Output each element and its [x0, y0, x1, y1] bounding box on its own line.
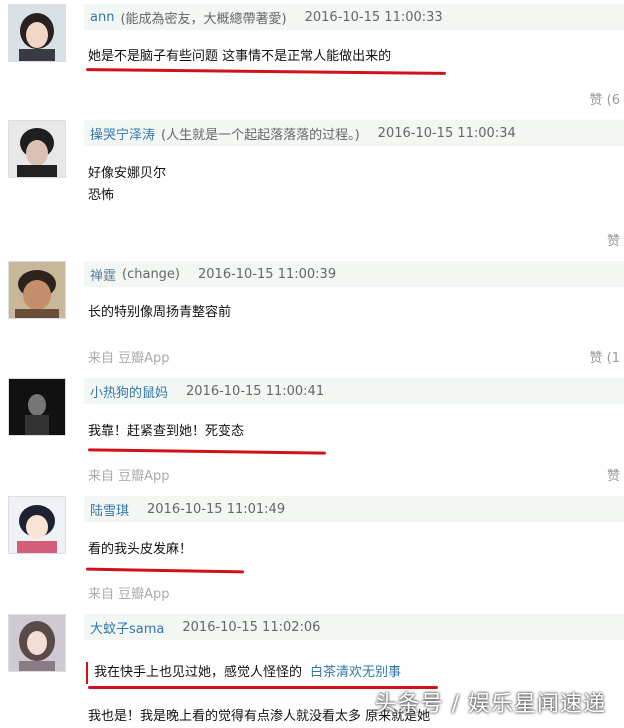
- author-signature: (能成為密友，大概總帶著愛): [120, 11, 287, 27]
- avatar[interactable]: [8, 378, 66, 436]
- comment-text: 好像安娜贝尔 恐怖: [88, 163, 166, 207]
- red-underline: [85, 567, 245, 574]
- quoted-reply: [86, 662, 88, 684]
- comment-time: 2016-10-15 11:01:49: [147, 501, 286, 517]
- quoted-reply-text: 我在快手上也见过她，感觉人怪怪的 白茶清欢无别事: [94, 662, 401, 684]
- watermark: 头条号 / 娱乐星闻速递: [374, 692, 606, 717]
- red-underline: [85, 68, 447, 75]
- avatar[interactable]: [8, 614, 66, 672]
- comment-line: 好像安娜贝尔: [88, 166, 167, 181]
- author-link[interactable]: 禅霆: [90, 265, 116, 284]
- quote-author-link[interactable]: 白茶清欢无别事: [310, 665, 401, 680]
- comment-time: 2016-10-15 11:02:06: [182, 619, 321, 635]
- like-button[interactable]: 赞 (1: [590, 347, 620, 366]
- author-link[interactable]: 大蚊子sama: [90, 618, 164, 637]
- like-button[interactable]: 赞: [607, 465, 620, 484]
- comment-line: 看的我头皮发麻！: [88, 542, 193, 557]
- like-button[interactable]: 赞: [607, 230, 620, 249]
- comment-line: 恐怖: [88, 188, 115, 203]
- avatar[interactable]: [8, 4, 66, 62]
- comment-source: 来自 豆瓣App: [88, 587, 170, 602]
- quote-text: 我在快手上也见过她，感觉人怪怪的: [94, 665, 303, 680]
- author-signature: (人生就是一个起起落落落的过程。): [161, 127, 360, 143]
- comment-time: 2016-10-15 11:00:41: [186, 383, 325, 399]
- comment-header: 小热狗的鼠妈 2016-10-15 11:00:41: [84, 378, 624, 404]
- avatar[interactable]: [8, 261, 66, 319]
- comment-time: 2016-10-15 11:00:39: [198, 266, 337, 282]
- author-link[interactable]: 陆雪琪: [90, 500, 129, 519]
- author-link[interactable]: 小热狗的鼠妈: [90, 382, 168, 401]
- red-underline: [87, 448, 327, 455]
- comment-text: 长的特别像周扬青整容前: [88, 302, 231, 324]
- comment-line: 我靠！赶紧查到她！死变态: [88, 424, 245, 439]
- author-link[interactable]: ann: [90, 10, 114, 25]
- comment-source: 来自 豆瓣App: [88, 351, 170, 366]
- comment-source: 来自 豆瓣App: [88, 469, 170, 484]
- comment-header: ann (能成為密友，大概總帶著愛) 2016-10-15 11:00:33: [84, 4, 624, 30]
- like-button[interactable]: 赞 (6: [590, 89, 620, 108]
- comment-header: 大蚊子sama 2016-10-15 11:02:06: [84, 614, 624, 640]
- comment-time: 2016-10-15 11:00:33: [304, 9, 443, 25]
- author-signature: (change): [122, 266, 181, 282]
- comment-text: 看的我头皮发麻！: [88, 539, 192, 561]
- avatar[interactable]: [8, 120, 66, 178]
- comment-text: 我靠！赶紧查到她！死变态: [88, 421, 244, 443]
- comment-text: 她是不是脑子有些问题 这事情不是正常人能做出来的: [88, 46, 391, 68]
- author-link[interactable]: 操哭宁泽涛: [90, 124, 155, 143]
- comment-line: 长的特别像周扬青整容前: [88, 305, 232, 320]
- comment-line: 她是不是脑子有些问题 这事情不是正常人能做出来的: [88, 49, 392, 64]
- comment-time: 2016-10-15 11:00:34: [377, 125, 516, 141]
- comment-header: 陆雪琪 2016-10-15 11:01:49: [84, 496, 624, 522]
- avatar[interactable]: [8, 496, 66, 554]
- comment-header: 禅霆 (change) 2016-10-15 11:00:39: [84, 261, 624, 287]
- comment-header: 操哭宁泽涛 (人生就是一个起起落落落的过程。) 2016-10-15 11:00…: [84, 120, 624, 146]
